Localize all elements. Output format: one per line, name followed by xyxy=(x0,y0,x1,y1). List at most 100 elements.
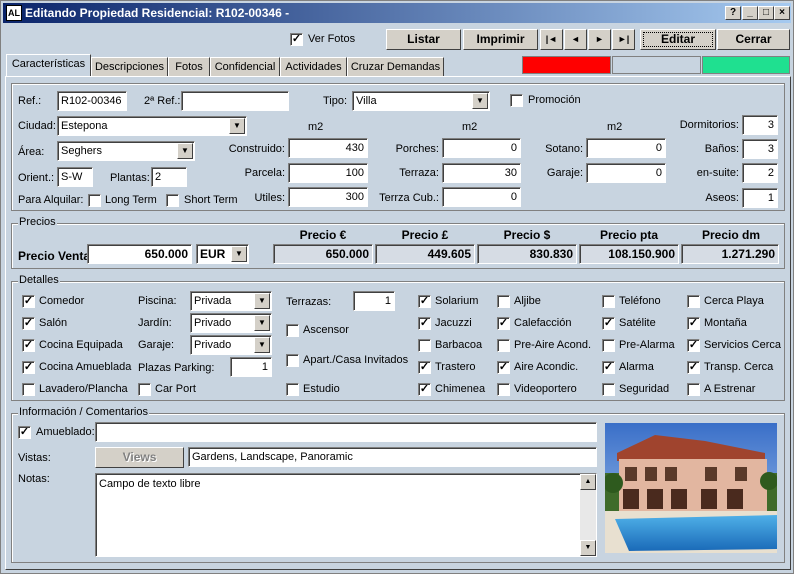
chevron-down-icon[interactable]: ▼ xyxy=(231,246,247,262)
cocina-amueblada-checkbox[interactable]: ✓ xyxy=(22,361,35,374)
car-port-checkbox[interactable] xyxy=(138,383,151,396)
ref-field[interactable]: R102-00346 xyxy=(57,91,127,111)
orient-field[interactable]: S-W xyxy=(57,167,93,187)
chevron-down-icon[interactable]: ▼ xyxy=(177,143,193,159)
salon-checkbox[interactable]: ✓ xyxy=(22,317,35,330)
tab-cruzar-demandas[interactable]: Cruzar Demandas xyxy=(347,57,444,77)
promocion-checkbox[interactable] xyxy=(510,94,523,107)
cerrar-button[interactable]: Cerrar xyxy=(717,29,790,50)
notas-textarea[interactable]: Campo de texto libre ▲ ▼ xyxy=(95,473,597,557)
a-estrenar-checkbox[interactable] xyxy=(687,383,700,396)
cerca-playa-checkbox[interactable] xyxy=(687,295,700,308)
notas-scrollbar[interactable]: ▲ ▼ xyxy=(580,474,596,556)
ver-fotos-checkbox[interactable]: ✓ xyxy=(290,33,303,46)
short-term-checkbox[interactable] xyxy=(166,194,179,207)
alarma-checkbox[interactable]: ✓ xyxy=(602,361,615,374)
nav-prev-button[interactable]: ◄ xyxy=(564,29,587,50)
chevron-down-icon[interactable]: ▼ xyxy=(254,315,270,331)
pre-alarma-checkbox[interactable] xyxy=(602,339,615,352)
videoportero-checkbox[interactable] xyxy=(497,383,510,396)
terraza-field[interactable]: 30 xyxy=(442,163,521,183)
imprimir-button[interactable]: Imprimir xyxy=(463,29,538,50)
lavadero-plancha-label: Lavadero/Plancha xyxy=(39,383,128,395)
garaje-m2-field[interactable]: 0 xyxy=(586,163,666,183)
tipo-select[interactable]: Villa ▼ xyxy=(352,91,490,111)
lavadero-plancha-checkbox[interactable] xyxy=(22,383,35,396)
apart-casa-invitados-checkbox[interactable] xyxy=(286,354,299,367)
aseos-field[interactable]: 1 xyxy=(742,188,778,208)
vistas-field[interactable]: Gardens, Landscape, Panoramic xyxy=(188,447,597,467)
ref2-label: 2ª Ref.: xyxy=(144,95,181,107)
parcela-field[interactable]: 100 xyxy=(288,163,368,183)
barbacoa-checkbox[interactable] xyxy=(418,339,431,352)
help-button[interactable]: ? xyxy=(725,6,741,20)
sotano-field[interactable]: 0 xyxy=(586,138,666,158)
precio-venta-field[interactable]: 650.000 xyxy=(87,244,192,264)
transp-cerca-checkbox[interactable]: ✓ xyxy=(687,361,700,374)
estudio-checkbox[interactable] xyxy=(286,383,299,396)
trastero-checkbox[interactable]: ✓ xyxy=(418,361,431,374)
close-window-button[interactable]: × xyxy=(774,6,790,20)
maximize-button[interactable]: □ xyxy=(758,6,774,20)
garaje-select[interactable]: Privado ▼ xyxy=(190,335,272,355)
listar-button[interactable]: Listar xyxy=(386,29,461,50)
aljibe-checkbox[interactable] xyxy=(497,295,510,308)
chevron-down-icon[interactable]: ▼ xyxy=(254,337,270,353)
views-button[interactable]: Views xyxy=(95,447,184,468)
nav-first-button[interactable]: |◄ xyxy=(540,29,563,50)
precio-header: Precio £ xyxy=(401,228,449,242)
terrza-cub-field[interactable]: 0 xyxy=(442,187,521,207)
ref2-field[interactable] xyxy=(181,91,289,111)
chevron-down-icon[interactable]: ▼ xyxy=(229,118,245,134)
jardin-select[interactable]: Privado ▼ xyxy=(190,313,272,333)
scroll-down-icon[interactable]: ▼ xyxy=(580,540,596,556)
banos-field[interactable]: 3 xyxy=(742,139,778,159)
aire-acondic-checkbox[interactable]: ✓ xyxy=(497,361,510,374)
tab-confidencial[interactable]: Confidencial xyxy=(210,57,280,77)
chevron-down-icon[interactable]: ▼ xyxy=(254,293,270,309)
cocina-equipada-checkbox[interactable]: ✓ xyxy=(22,339,35,352)
tab-descripciones[interactable]: Descripciones xyxy=(91,57,168,77)
piscina-select[interactable]: Privada ▼ xyxy=(190,291,272,311)
terrazas-field[interactable]: 1 xyxy=(353,291,395,311)
servicios-cerca-checkbox[interactable]: ✓ xyxy=(687,339,700,352)
jardin-label: Jardín: xyxy=(138,317,172,329)
chevron-down-icon[interactable]: ▼ xyxy=(472,93,488,109)
minimize-button[interactable]: _ xyxy=(742,6,758,20)
nav-next-button[interactable]: ► xyxy=(588,29,611,50)
nav-last-button[interactable]: ►| xyxy=(612,29,635,50)
long-term-checkbox[interactable] xyxy=(88,194,101,207)
seguridad-checkbox[interactable] xyxy=(602,383,615,396)
editar-button[interactable]: Editar xyxy=(640,29,716,50)
currency-select[interactable]: EUR ▼ xyxy=(196,244,249,264)
montana-label: Montaña xyxy=(704,317,747,329)
ciudad-select[interactable]: Estepona ▼ xyxy=(57,116,247,136)
chimenea-checkbox[interactable]: ✓ xyxy=(418,383,431,396)
ensuite-field[interactable]: 2 xyxy=(742,163,778,183)
montana-checkbox[interactable]: ✓ xyxy=(687,317,700,330)
comedor-checkbox[interactable]: ✓ xyxy=(22,295,35,308)
satelite-checkbox[interactable]: ✓ xyxy=(602,317,615,330)
plantas-field[interactable]: 2 xyxy=(151,167,187,187)
parcela-label: Parcela: xyxy=(244,167,285,179)
amueblado-field[interactable] xyxy=(95,422,597,442)
tab-actividades[interactable]: Actividades xyxy=(280,57,347,77)
dormitorios-field[interactable]: 3 xyxy=(742,115,778,135)
calefaccion-checkbox[interactable]: ✓ xyxy=(497,317,510,330)
tab-fotos[interactable]: Fotos xyxy=(168,57,210,77)
tab-caracteristicas[interactable]: Características xyxy=(6,54,91,77)
pre-aire-acond-checkbox[interactable] xyxy=(497,339,510,352)
amueblado-checkbox[interactable]: ✓ xyxy=(18,426,31,439)
construido-field[interactable]: 430 xyxy=(288,138,368,158)
jacuzzi-checkbox[interactable]: ✓ xyxy=(418,317,431,330)
window-title: Editando Propiedad Residencial: R102-003… xyxy=(25,6,290,20)
utiles-field[interactable]: 300 xyxy=(288,187,368,207)
solarium-checkbox[interactable]: ✓ xyxy=(418,295,431,308)
telefono-checkbox[interactable] xyxy=(602,295,615,308)
area-select[interactable]: Seghers ▼ xyxy=(57,141,195,161)
plazas-field[interactable]: 1 xyxy=(230,357,272,377)
porches-field[interactable]: 0 xyxy=(442,138,521,158)
ascensor-checkbox[interactable] xyxy=(286,324,299,337)
scroll-up-icon[interactable]: ▲ xyxy=(580,474,596,490)
telefono-label: Teléfono xyxy=(619,295,661,307)
